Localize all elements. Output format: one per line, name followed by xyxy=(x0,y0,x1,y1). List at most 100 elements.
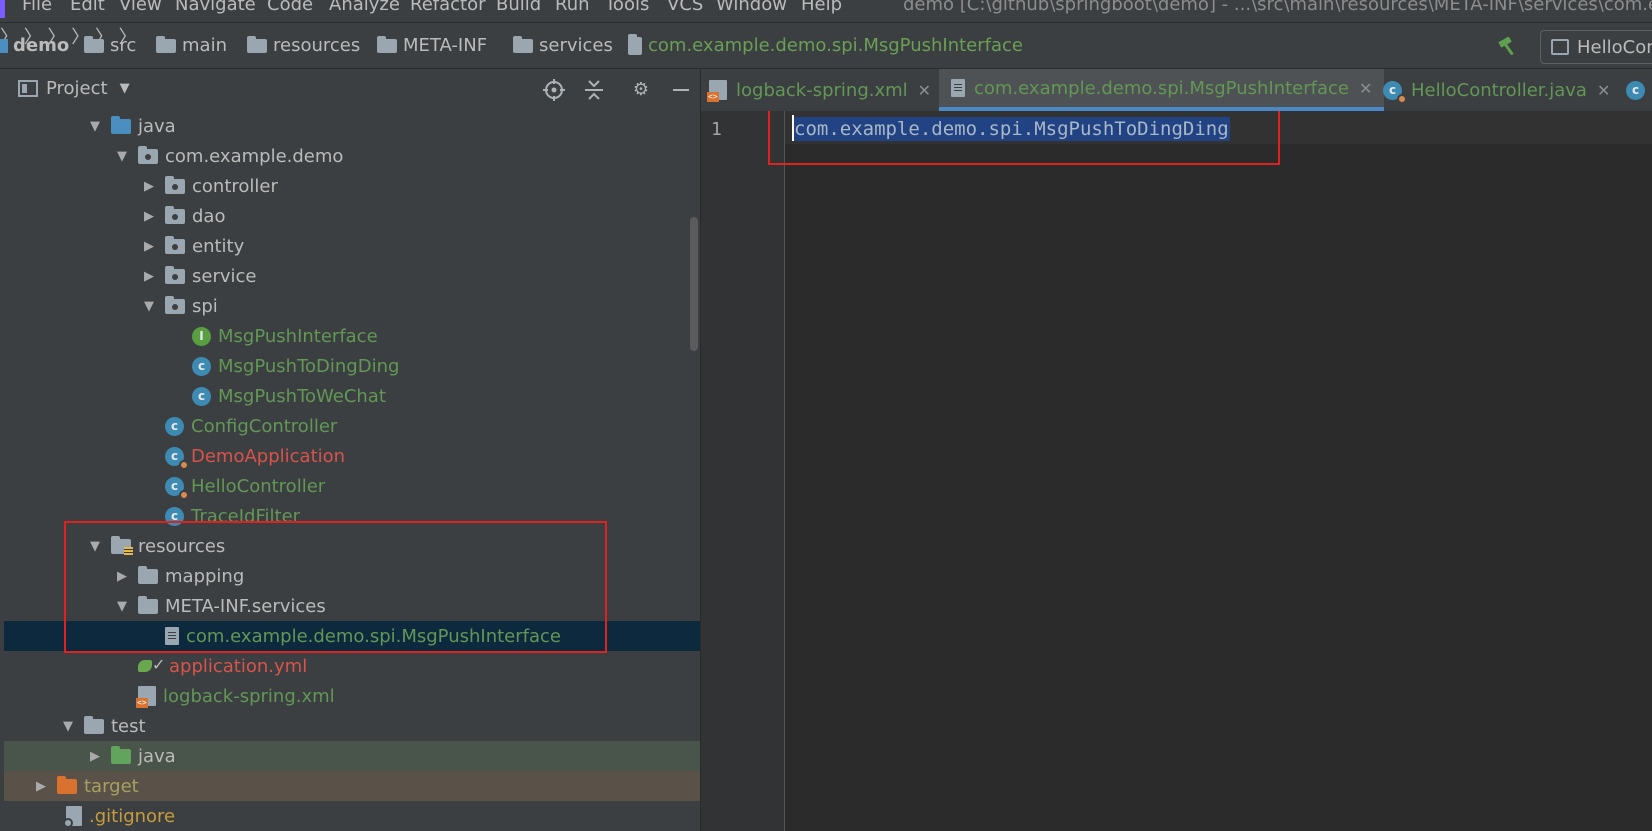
breadcrumb-meta-inf[interactable]: META-INF xyxy=(377,35,487,56)
class-icon: c xyxy=(192,386,211,406)
tree-item-package[interactable]: ▶ dao xyxy=(4,201,700,231)
run-configuration-select[interactable]: HelloCon xyxy=(1540,30,1652,64)
project-panel-header: Project ▼ ⚙ xyxy=(0,69,700,111)
tree-item-label: DemoApplication xyxy=(191,445,346,467)
tree-item-file[interactable]: application.yml xyxy=(4,651,700,681)
menu-build[interactable]: Build xyxy=(496,0,541,15)
collapse-all-icon[interactable] xyxy=(583,79,605,101)
tree-item-label: HelloController xyxy=(191,475,326,497)
xml-file-icon xyxy=(707,80,727,102)
class-icon: c xyxy=(165,416,184,436)
expand-arrow-icon[interactable]: ▼ xyxy=(59,719,77,734)
tree-item-package[interactable]: ▼ spi xyxy=(4,291,700,321)
expand-arrow-icon[interactable]: ▶ xyxy=(140,179,158,194)
code-editor[interactable]: 1 com.example.demo.spi.MsgPushToDingDing xyxy=(701,111,1652,831)
expand-arrow-icon[interactable]: ▶ xyxy=(140,269,158,284)
expand-arrow-icon[interactable]: ▼ xyxy=(140,299,158,314)
breadcrumb-file[interactable]: com.example.demo.spi.MsgPushInterface xyxy=(628,33,1023,56)
expand-arrow-icon[interactable]: ▶ xyxy=(140,209,158,224)
tree-item-package[interactable]: ▶ controller xyxy=(4,171,700,201)
tree-item-folder[interactable]: ▼ test xyxy=(4,711,700,741)
project-panel-title: Project xyxy=(46,78,108,99)
tree-item-label: dao xyxy=(192,205,226,227)
build-hammer-icon[interactable] xyxy=(1497,37,1519,55)
close-icon[interactable]: ✕ xyxy=(1597,81,1610,100)
tree-item-class[interactable]: c MsgPushToDingDing xyxy=(4,351,700,381)
interface-icon: I xyxy=(192,326,211,346)
spring-class-icon: c xyxy=(165,446,189,470)
expand-arrow-icon[interactable]: ▶ xyxy=(86,749,104,764)
tree-item-target[interactable]: ▶ target xyxy=(4,771,700,801)
tab-hellocontroller[interactable]: c HelloController.java ✕ xyxy=(1383,69,1610,111)
tree-item-file[interactable]: logback-spring.xml xyxy=(4,681,700,711)
resources-folder-icon xyxy=(247,35,267,53)
yaml-file-icon xyxy=(138,655,165,675)
text-file-icon xyxy=(951,79,965,97)
tree-item-package[interactable]: ▼ com.example.demo xyxy=(4,141,700,171)
menu-window[interactable]: Window xyxy=(716,0,787,15)
spring-class-icon: c xyxy=(165,476,189,500)
breadcrumb-main[interactable]: main xyxy=(156,35,227,56)
tree-item-label: com.example.demo xyxy=(165,145,344,167)
tree-item-label: application.yml xyxy=(169,655,308,677)
tree-item-label: .gitignore xyxy=(89,805,176,827)
breadcrumb-demo[interactable]: demo xyxy=(0,35,69,56)
menu-refactor[interactable]: Refactor xyxy=(410,0,486,15)
package-icon xyxy=(165,175,185,194)
class-icon: c xyxy=(192,356,211,376)
tree-item-package[interactable]: ▶ entity xyxy=(4,231,700,261)
menu-vcs[interactable]: VCS xyxy=(667,0,703,15)
tab-logback-spring[interactable]: logback-spring.xml ✕ xyxy=(707,69,931,111)
close-icon[interactable]: ✕ xyxy=(1359,79,1372,98)
expand-arrow-icon[interactable]: ▼ xyxy=(113,149,131,164)
project-scrollbar[interactable] xyxy=(690,217,698,351)
menu-tools[interactable]: Tools xyxy=(605,0,649,15)
folder-orange-icon xyxy=(57,775,77,794)
expand-arrow-icon[interactable]: ▼ xyxy=(86,119,104,134)
menu-code[interactable]: Code xyxy=(267,0,313,15)
close-icon[interactable]: ✕ xyxy=(918,81,931,100)
menu-edit[interactable]: Edit xyxy=(70,0,105,15)
menu-help[interactable]: Help xyxy=(801,0,842,15)
breadcrumb-label: demo xyxy=(13,35,70,56)
breadcrumb-label: main xyxy=(182,35,227,56)
breadcrumb-services[interactable]: services xyxy=(513,35,613,56)
breadcrumb-label: META-INF xyxy=(403,35,488,56)
menu-bar: File Edit View Navigate Code Analyze Ref… xyxy=(0,0,1652,22)
menu-navigate[interactable]: Navigate xyxy=(175,0,256,15)
tree-item-label: logback-spring.xml xyxy=(163,685,335,707)
line-number: 1 xyxy=(711,119,722,140)
project-icon xyxy=(18,80,38,97)
tab-msgpushinterface[interactable]: com.example.demo.spi.MsgPushInterface ✕ xyxy=(939,69,1385,111)
tab-label: logback-spring.xml xyxy=(736,79,908,101)
tree-item-label: controller xyxy=(192,175,278,197)
tree-item-java[interactable]: ▼ java xyxy=(4,111,700,141)
hide-panel-icon[interactable] xyxy=(670,79,692,101)
gear-icon[interactable]: ⚙ xyxy=(630,79,652,101)
menu-file[interactable]: File xyxy=(22,0,52,15)
menu-analyze[interactable]: Analyze xyxy=(329,0,400,15)
tab-overflow[interactable]: c xyxy=(1626,69,1652,111)
tree-item-class[interactable]: I MsgPushInterface xyxy=(4,321,700,351)
folder-icon xyxy=(513,35,533,53)
tree-item-test-java[interactable]: ▶ java xyxy=(4,741,700,771)
expand-arrow-icon[interactable]: ▶ xyxy=(32,779,50,794)
tree-item-label: entity xyxy=(192,235,245,257)
menu-view[interactable]: View xyxy=(119,0,162,15)
tree-item-package[interactable]: ▶ service xyxy=(4,261,700,291)
tree-item-file[interactable]: .gitignore xyxy=(4,801,700,831)
menu-run[interactable]: Run xyxy=(555,0,590,15)
project-view-selector[interactable]: Project ▼ xyxy=(18,78,130,99)
tree-item-class[interactable]: c ConfigController xyxy=(4,411,700,441)
window-title: demo [C:\github\springboot\demo] - ...\s… xyxy=(903,0,1652,15)
breadcrumb-src[interactable]: src xyxy=(84,35,136,56)
expand-arrow-icon[interactable]: ▶ xyxy=(140,239,158,254)
tree-item-label: spi xyxy=(192,295,218,317)
tree-item-class[interactable]: c HelloController xyxy=(4,471,700,501)
locate-file-icon[interactable] xyxy=(543,79,565,101)
tree-item-class[interactable]: c DemoApplication xyxy=(4,441,700,471)
breadcrumb-resources[interactable]: resources xyxy=(247,35,360,56)
tree-item-label: target xyxy=(84,775,139,797)
tree-item-class[interactable]: c MsgPushToWeChat xyxy=(4,381,700,411)
chevron-down-icon: ▼ xyxy=(119,81,130,96)
